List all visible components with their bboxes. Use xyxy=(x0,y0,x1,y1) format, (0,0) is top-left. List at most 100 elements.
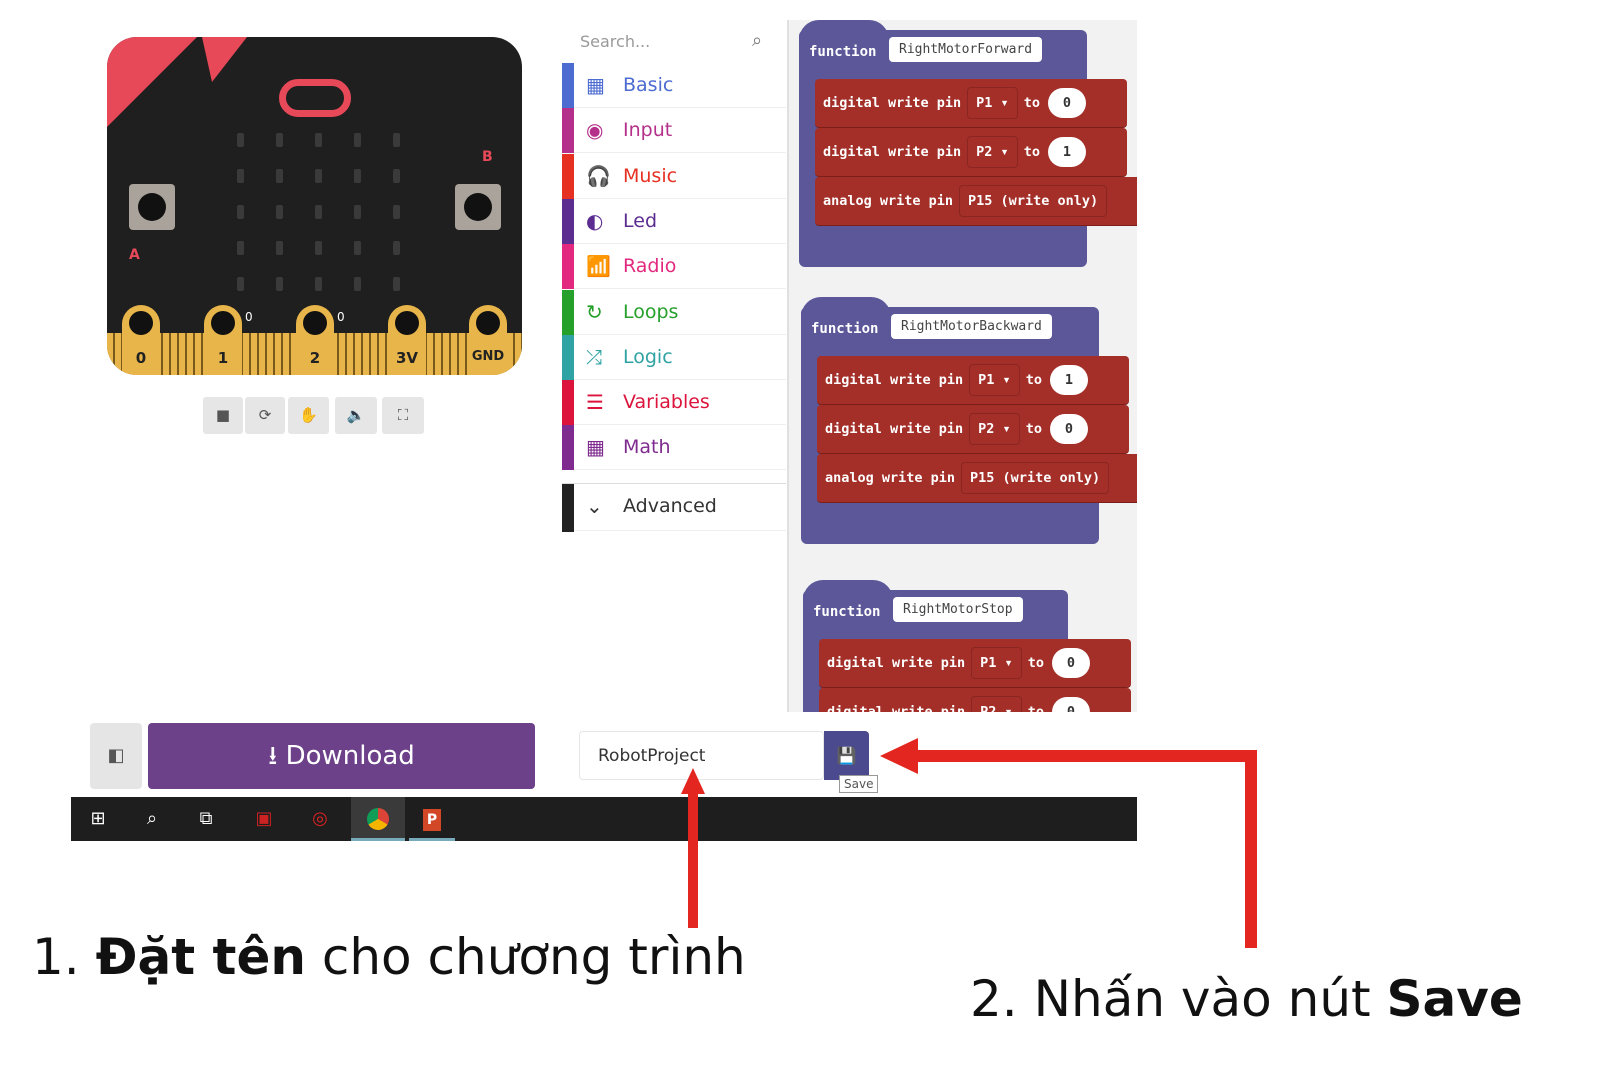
led xyxy=(354,133,361,147)
restart-button[interactable]: ⟳ xyxy=(245,397,285,434)
button-a[interactable] xyxy=(129,184,175,230)
statement-block[interactable]: digital write pin P2 ▾ to 0 xyxy=(819,688,1131,712)
statement-block[interactable]: analog write pin P15 (write only) xyxy=(817,454,1137,503)
pin-3v[interactable]: 3V xyxy=(388,305,426,375)
download-icon: ⭳ xyxy=(268,741,286,771)
statement-label: digital write pin xyxy=(823,95,962,111)
mute-button[interactable]: 🔈 xyxy=(335,397,377,434)
function-block[interactable]: function RightMotorForward digital write p… xyxy=(799,20,1137,267)
led xyxy=(393,169,400,183)
debug-icon: ✋ xyxy=(299,406,318,424)
value-input[interactable]: 1 xyxy=(1049,365,1088,395)
statement-block[interactable]: digital write pin P2 ▾ to 1 xyxy=(815,128,1127,177)
value-input[interactable]: 0 xyxy=(1049,414,1088,444)
pin-2[interactable]: 2 xyxy=(296,305,334,375)
value-input[interactable]: 1 xyxy=(1047,137,1086,167)
blocks-workspace[interactable]: function RightMotorForward digital write p… xyxy=(787,20,1137,712)
save-button[interactable]: 💾 xyxy=(824,731,869,780)
led xyxy=(237,133,244,147)
button-a-label: A xyxy=(129,247,140,263)
category-color-bar xyxy=(562,484,574,532)
pin-dropdown[interactable]: P2 ▾ xyxy=(969,413,1020,445)
toolbox-item-radio[interactable]: 📶 Radio xyxy=(562,244,786,290)
function-name-field[interactable]: RightMotorStop xyxy=(893,597,1023,622)
app-icon[interactable]: ▣ xyxy=(241,797,287,841)
pin-dropdown[interactable]: P1 ▾ xyxy=(971,647,1022,679)
function-block[interactable]: function RightMotorStop digital write pin P… xyxy=(803,580,1131,712)
value-input[interactable]: 0 xyxy=(1051,648,1090,678)
statement-label: digital write pin xyxy=(827,655,966,671)
windows-start-icon[interactable]: ⊞ xyxy=(75,797,121,841)
pin-dropdown[interactable]: P15 (write only) xyxy=(959,185,1108,217)
pin-label: 3V xyxy=(395,349,419,367)
search-icon[interactable]: ⌕ xyxy=(129,797,175,841)
corner-decoration xyxy=(202,37,247,82)
pin-value: 0 xyxy=(245,310,253,324)
restart-icon: ⟳ xyxy=(258,406,272,424)
input-icon: ◉ xyxy=(586,118,604,143)
statement-block[interactable]: digital write pin P1 ▾ to 1 xyxy=(817,356,1129,405)
statement-block[interactable]: analog write pin P15 (write only) xyxy=(815,177,1137,226)
category-color-bar xyxy=(562,244,574,290)
led xyxy=(393,241,400,255)
pin-1[interactable]: 1 xyxy=(204,305,242,375)
statement-label: digital write pin xyxy=(825,372,964,388)
statement-label: analog write pin xyxy=(825,470,956,486)
statement-block[interactable]: digital write pin P1 ▾ to 0 xyxy=(819,639,1131,688)
led xyxy=(276,277,283,291)
function-hat xyxy=(801,297,891,317)
value-input[interactable]: 0 xyxy=(1051,697,1090,712)
category-color-bar xyxy=(562,380,574,426)
search-input[interactable]: Search... xyxy=(580,32,650,51)
pin-dropdown[interactable]: P2 ▾ xyxy=(971,696,1022,712)
task-view-icon[interactable]: ⧉ xyxy=(183,797,229,841)
search-icon[interactable]: ⌕ xyxy=(752,30,762,51)
led xyxy=(276,133,283,147)
pin-0[interactable]: 0 xyxy=(122,305,160,375)
toolbox-item-music[interactable]: 🎧 Music xyxy=(562,153,786,199)
pin-dropdown[interactable]: P2 ▾ xyxy=(967,136,1018,168)
pin-dropdown[interactable]: P1 ▾ xyxy=(967,87,1018,119)
powerpoint-icon[interactable]: P xyxy=(409,797,455,841)
app-icon[interactable]: ◎ xyxy=(297,797,343,841)
pin-gnd[interactable]: GND xyxy=(469,305,507,375)
toolbox-item-input[interactable]: ◉ Input xyxy=(562,108,786,154)
pin-dropdown[interactable]: P1 ▾ xyxy=(969,364,1020,396)
toolbox-item-basic[interactable]: ▦ Basic xyxy=(562,63,786,108)
function-keyword: function xyxy=(811,321,879,337)
led xyxy=(237,277,244,291)
annotation-arrow-2 xyxy=(1245,750,1257,948)
toolbox-item-logic[interactable]: ⤮ Logic xyxy=(562,334,786,380)
fullscreen-button[interactable]: ⛶ xyxy=(382,397,424,434)
download-button[interactable]: ⭳ Download xyxy=(148,723,535,789)
led xyxy=(315,277,322,291)
pin-label: GND xyxy=(471,349,505,364)
radio-icon: 📶 xyxy=(586,254,611,279)
button-b[interactable] xyxy=(455,184,501,230)
collapse-simulator-button[interactable]: ◧ xyxy=(90,723,142,789)
toolbox-item-label: Advanced xyxy=(623,495,717,517)
toolbox-item-loops[interactable]: ↻ Loops xyxy=(562,289,786,335)
toolbox-item-math[interactable]: ▦ Math xyxy=(562,425,786,471)
statement-block[interactable]: digital write pin P1 ▾ to 0 xyxy=(815,79,1127,128)
function-name-field[interactable]: RightMotorBackward xyxy=(891,314,1052,339)
toolbox-item-led[interactable]: ◐ Led xyxy=(562,198,786,244)
toolbox-item-label: Radio xyxy=(623,255,677,278)
led xyxy=(315,205,322,219)
stop-button[interactable]: ■ xyxy=(203,397,243,434)
toolbox-item-variables[interactable]: ☰ Variables xyxy=(562,380,786,426)
value-input[interactable]: 0 xyxy=(1047,88,1086,118)
microbit-logo xyxy=(279,79,351,117)
stop-icon: ■ xyxy=(215,406,231,424)
function-block[interactable]: function RightMotorBackward digital write … xyxy=(801,297,1137,544)
toolbox-item-label: Logic xyxy=(623,345,673,368)
toolbox-advanced[interactable]: ⌄ Advanced xyxy=(562,483,786,532)
statement-label: digital write pin xyxy=(823,144,962,160)
function-name-field[interactable]: RightMotorForward xyxy=(889,37,1043,62)
chrome-icon[interactable] xyxy=(351,797,405,841)
statement-block[interactable]: digital write pin P2 ▾ to 0 xyxy=(817,405,1129,454)
debug-button[interactable]: ✋ xyxy=(288,397,329,434)
pin-dropdown[interactable]: P15 (write only) xyxy=(961,462,1110,494)
led xyxy=(393,277,400,291)
chevron-down-icon: ⌄ xyxy=(586,494,603,518)
